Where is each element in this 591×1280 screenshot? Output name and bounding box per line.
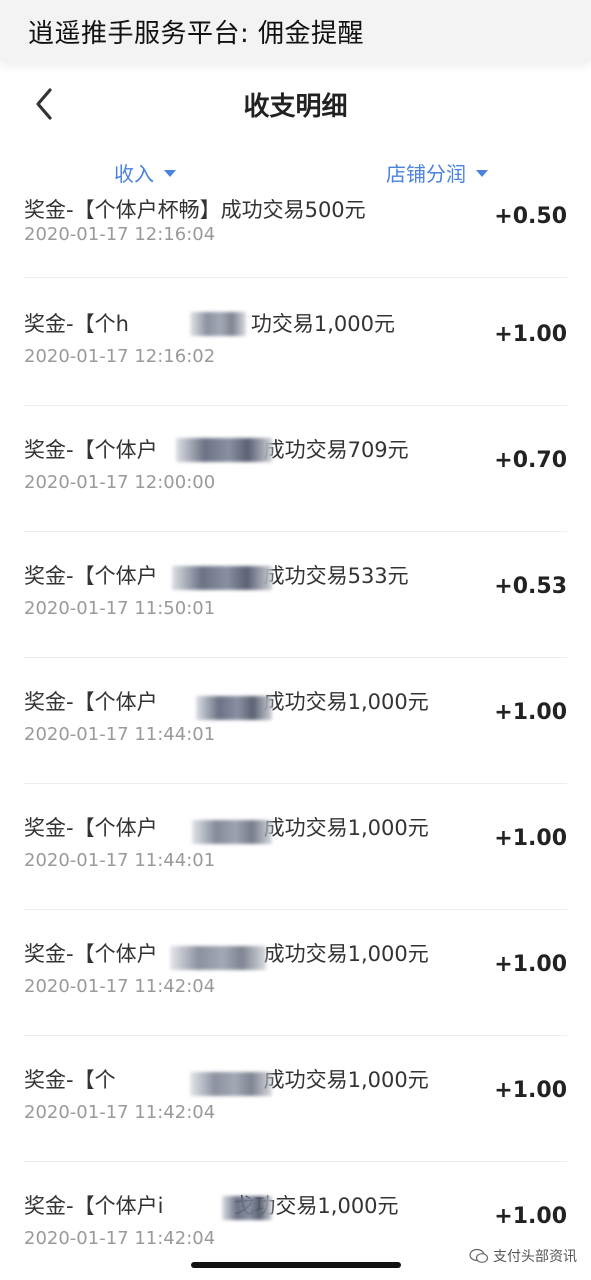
redaction-mosaic — [172, 566, 272, 590]
watermark: 支付头部资讯 — [469, 1246, 577, 1266]
nav-bar: 收支明细 — [0, 62, 591, 148]
redaction-mosaic — [192, 820, 272, 844]
record-title: 奖金-【个体户i 戈功交易1,000元 — [24, 1194, 399, 1218]
home-indicator[interactable] — [191, 1262, 401, 1268]
list-item[interactable]: 奖金-【个体户 成功交易709元 2020-01-17 12:00:00 +0.7… — [0, 406, 591, 532]
shop-share-filter-dropdown[interactable]: 店铺分润 — [386, 158, 488, 187]
shop-share-filter-label: 店铺分润 — [386, 162, 466, 186]
redaction-mosaic — [176, 438, 272, 462]
list-item[interactable]: 奖金-【个 成功交易1,000元 2020-01-17 11:42:04 +1.0… — [0, 1036, 591, 1162]
watermark-text: 支付头部资讯 — [493, 1249, 577, 1265]
notification-banner[interactable]: 逍遥推手服务平台: 佣金提醒 — [0, 0, 591, 62]
record-amount: +0.50 — [494, 204, 567, 229]
record-time: 2020-01-17 12:16:02 — [24, 346, 216, 367]
divider — [24, 277, 567, 278]
redaction-mosaic — [170, 946, 266, 970]
record-amount: +0.70 — [494, 448, 567, 473]
record-title: 奖金-【个体户杯畅】成功交易500元 — [24, 198, 366, 222]
filter-bar: 收入 店铺分润 — [0, 148, 591, 196]
income-filter-label: 收入 — [114, 162, 154, 186]
record-time: 2020-01-17 11:42:04 — [24, 1228, 216, 1249]
income-filter-dropdown[interactable]: 收入 — [114, 158, 176, 187]
record-amount: +1.00 — [494, 826, 567, 851]
page-title: 收支明细 — [243, 92, 348, 122]
record-time: 2020-01-17 11:44:01 — [24, 724, 216, 745]
redaction-mosaic — [190, 312, 246, 336]
record-amount: +1.00 — [494, 322, 567, 347]
redaction-mosaic — [190, 1072, 272, 1096]
record-time: 2020-01-17 12:00:00 — [24, 472, 216, 493]
list-item[interactable]: 奖金-【个体户 成功交易1,000元 2020-01-17 11:44:01 +1… — [0, 658, 591, 784]
record-amount: +1.00 — [494, 1078, 567, 1103]
redaction-mosaic — [222, 1196, 272, 1220]
record-amount: +0.53 — [494, 574, 567, 599]
list-item[interactable]: 奖金-【个体户 成功交易1,000元 2020-01-17 11:42:04 +1… — [0, 910, 591, 1036]
caret-down-icon — [476, 170, 488, 177]
record-time: 2020-01-17 11:42:04 — [24, 1102, 216, 1123]
record-time: 2020-01-17 11:44:01 — [24, 850, 216, 871]
record-amount: +1.00 — [494, 700, 567, 725]
redaction-mosaic — [196, 696, 272, 720]
list-item[interactable]: 奖金-【个体户 成功交易1,000元 2020-01-17 11:44:01 +1… — [0, 784, 591, 910]
caret-down-icon — [164, 170, 176, 177]
record-time: 2020-01-17 11:50:01 — [24, 598, 216, 619]
list-item[interactable]: 奖金-【个h 功交易1,000元 2020-01-17 12:16:02 +1.0… — [0, 280, 591, 406]
record-amount: +1.00 — [494, 952, 567, 977]
record-time: 2020-01-17 12:16:04 — [24, 224, 216, 245]
wechat-icon — [469, 1248, 489, 1263]
record-time: 2020-01-17 11:42:04 — [24, 976, 216, 997]
record-amount: +1.00 — [494, 1204, 567, 1229]
list-item[interactable]: 奖金-【个体户 成功交易533元 2020-01-17 11:50:01 +0.5… — [0, 532, 591, 658]
notification-text: 逍遥推手服务平台: 佣金提醒 — [28, 19, 365, 49]
